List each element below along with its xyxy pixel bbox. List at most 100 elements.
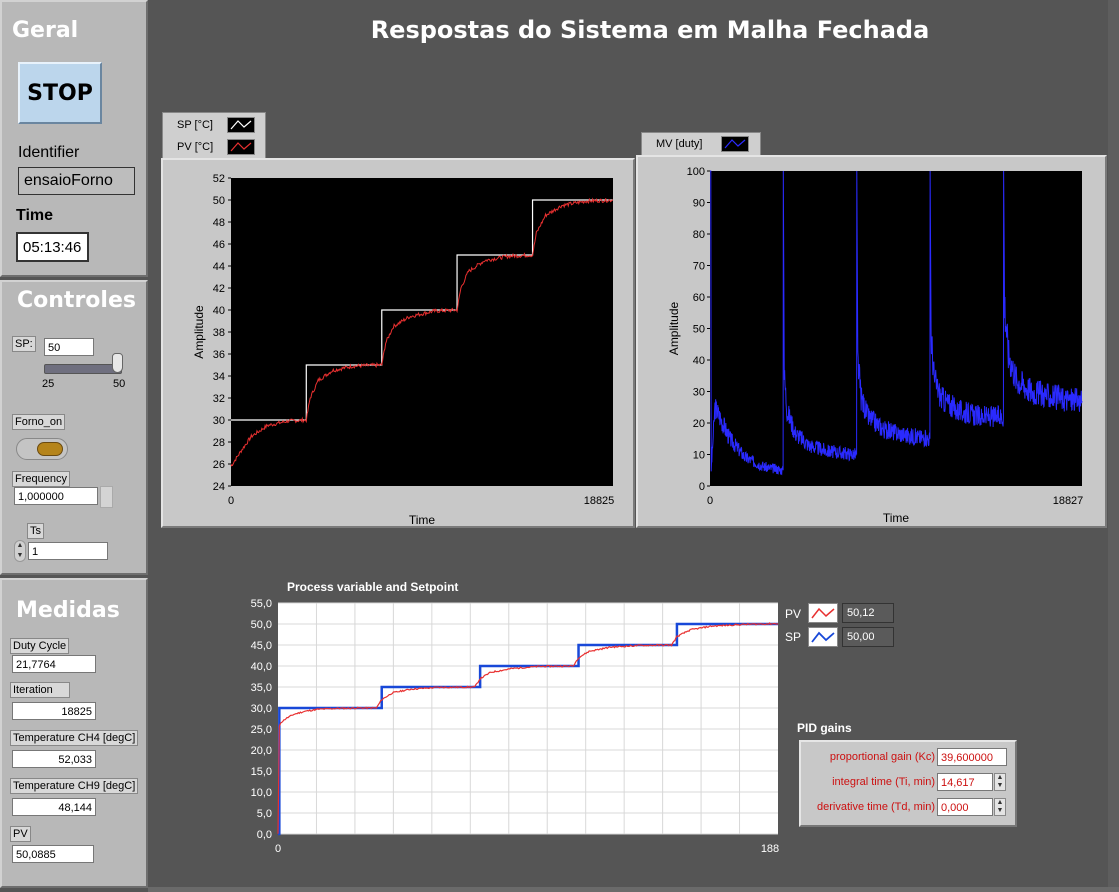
ts-input[interactable]: 1 [28, 542, 108, 560]
mv-legend-swatch-icon [721, 136, 749, 152]
ti-label: integral time (Ti, min) [832, 776, 935, 788]
x-tick-label: 0 [275, 843, 281, 855]
y-tick-label: 30,0 [251, 703, 272, 715]
y-tick-label: 30 [213, 415, 225, 427]
frequency-stepper[interactable] [100, 486, 113, 508]
sp-label: SP: [12, 336, 36, 352]
time-label: Time [16, 207, 54, 224]
sp-legend-label: SP [°C] [177, 119, 213, 131]
kc-label: proportional gain (Kc) [829, 751, 935, 763]
medidas-title: Medidas [16, 598, 120, 623]
bottom-edge-strip [148, 887, 1119, 892]
y-tick-label: 20,0 [251, 745, 272, 757]
y-tick-label: 24 [213, 481, 225, 493]
y-tick-label: 55,0 [251, 598, 272, 610]
pv-value: 50,0885 [12, 845, 94, 863]
y-tick-label: 30 [693, 387, 705, 399]
pv-legend-label: PV [°C] [177, 141, 214, 153]
sp-slider-thumb[interactable] [112, 353, 123, 373]
y-tick-label: 90 [693, 198, 705, 210]
y-tick-label: 60 [693, 292, 705, 304]
ch4-label: Temperature CH4 [degC] [10, 730, 139, 746]
frequency-label: Frequency [12, 471, 70, 487]
ts-stepper-icon[interactable]: ▲ ▼ [14, 540, 26, 562]
time-value: 05:13:46 [23, 239, 82, 256]
y-tick-label: 32 [213, 393, 225, 405]
frequency-input[interactable]: 1,000000 [14, 487, 98, 505]
geral-panel: Geral STOP Identifier ensaioForno Time 0… [0, 0, 148, 277]
y-tick-label: 5,0 [257, 808, 272, 820]
identifier-value: ensaioForno [24, 172, 113, 189]
y-axis-label: Amplitude [667, 302, 681, 356]
sp-slider-track[interactable] [44, 364, 122, 374]
iteration-value: 18825 [12, 702, 96, 720]
ts-label: Ts [27, 523, 44, 539]
pv-sp-history-plot: 0,0 5,0 10,0 15,0 20,0 25,0 30,0 35,0 40,0 45,0 50… [251, 598, 780, 855]
y-tick-label: 48 [213, 217, 225, 229]
gauge-pv-swatch-icon [808, 603, 838, 623]
y-tick-label: 44 [213, 261, 225, 273]
x-tick-label: 18825 [584, 495, 615, 507]
plot-area [231, 178, 613, 486]
kc-input[interactable]: 39,600000 [937, 748, 1007, 766]
pid-gains-panel: proportional gain (Kc) 39,600000 integra… [799, 740, 1017, 827]
mv-legend-label: MV [duty] [656, 138, 703, 150]
y-tick-label: 34 [213, 371, 225, 383]
pv-sp-legend: SP [°C] PV [°C] [162, 112, 266, 160]
forno-label: Forno_on [12, 414, 66, 430]
y-tick-label: 28 [213, 437, 225, 449]
x-tick-label: 0 [707, 495, 713, 507]
td-stepper-icon[interactable]: ▲ ▼ [994, 798, 1006, 816]
ti-input[interactable]: 14,617 [937, 773, 993, 791]
mv-chart: 0 10 20 30 40 50 60 70 80 90 100 0 18827 Time Amplitud… [636, 155, 1107, 528]
y-tick-label: 52 [213, 173, 225, 185]
ch9-label: Temperature CH9 [degC] [10, 778, 139, 794]
ti-stepper-icon[interactable]: ▲ ▼ [994, 773, 1006, 791]
ch9-value: 48,144 [12, 798, 96, 816]
td-input[interactable]: 0,000 [937, 798, 993, 816]
gauge-sp-label: SP [785, 630, 802, 644]
x-tick-label: 18827 [1053, 495, 1084, 507]
y-tick-label: 0,0 [257, 829, 272, 841]
y-tick-label: 35,0 [251, 682, 272, 694]
y-axis-label: Amplitude [192, 305, 206, 359]
y-tick-label: 0 [699, 481, 705, 493]
stop-button[interactable]: STOP [18, 62, 102, 124]
duty-label: Duty Cycle [10, 638, 70, 654]
plot-area [278, 603, 778, 834]
medidas-panel: Medidas Duty Cycle 21,7764 Iteration 188… [0, 578, 148, 888]
slider-min-label: 25 [42, 378, 55, 390]
y-tick-label: 50 [213, 195, 225, 207]
controles-panel: Controles SP: 50 25 50 Forno_on Frequenc… [0, 280, 148, 575]
pv-sp-plot: 24 26 28 30 32 34 36 38 40 42 44 46 48 50 52 0 18825 Time… [192, 173, 615, 526]
ch4-value: 52,033 [12, 750, 96, 768]
y-tick-label: 10 [693, 450, 705, 462]
mv-plot: 0 10 20 30 40 50 60 70 80 90 100 0 18827 Time Amplitud… [667, 166, 1084, 525]
slider-max-label: 50 [113, 378, 126, 390]
pid-title: PID gains [797, 721, 852, 735]
y-tick-label: 80 [693, 229, 705, 241]
x-tick-label: 0 [228, 495, 234, 507]
y-tick-label: 45,0 [251, 640, 272, 652]
forno-led-icon [37, 442, 63, 456]
forno-toggle[interactable] [16, 438, 68, 460]
gauge-pv-label: PV [785, 607, 802, 621]
y-tick-label: 25,0 [251, 724, 272, 736]
y-tick-label: 100 [687, 166, 705, 178]
y-tick-label: 20 [693, 418, 705, 430]
td-label: derivative time (Td, min) [817, 801, 935, 813]
y-tick-label: 50,0 [251, 619, 272, 631]
sp-input[interactable]: 50 [44, 338, 94, 356]
y-tick-label: 46 [213, 239, 225, 251]
mv-legend: MV [duty] [641, 132, 761, 156]
y-tick-label: 26 [213, 459, 225, 471]
iteration-label: Iteration [10, 682, 70, 698]
y-tick-label: 10,0 [251, 787, 272, 799]
pv-sp-chart: 24 26 28 30 32 34 36 38 40 42 44 46 48 50 52 0 18825 Time… [161, 158, 635, 528]
y-tick-label: 15,0 [251, 766, 272, 778]
y-tick-label: 40 [213, 305, 225, 317]
controles-title: Controles [17, 288, 136, 313]
page-title: Respostas do Sistema em Malha Fechada [370, 16, 930, 44]
identifier-display: ensaioForno [18, 167, 135, 195]
y-tick-label: 40 [693, 355, 705, 367]
